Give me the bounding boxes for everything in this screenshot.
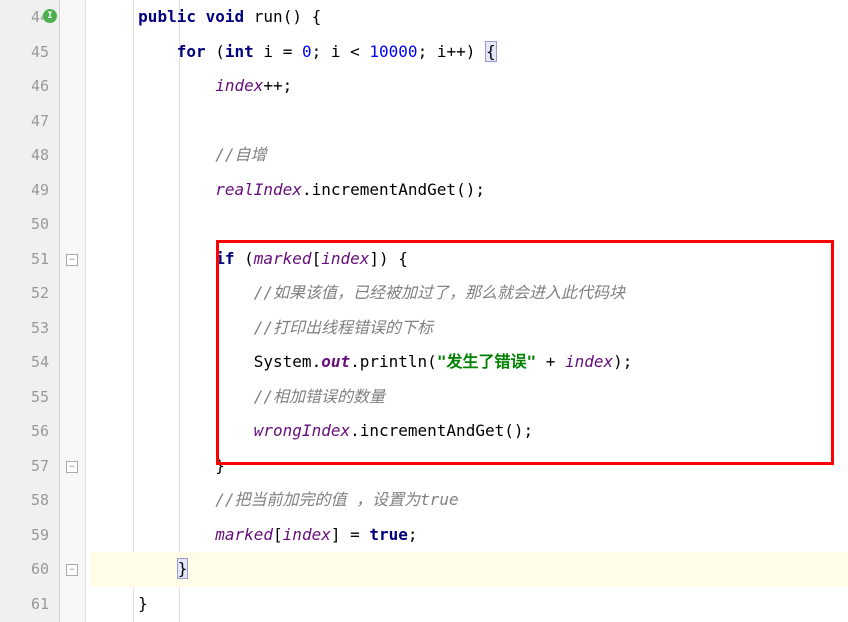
line-number: 48 xyxy=(0,138,59,173)
line-number: 47 xyxy=(0,104,59,139)
brace-highlight: } xyxy=(177,558,189,579)
line-number: 52 xyxy=(0,276,59,311)
code-line[interactable]: System.out.println("发生了错误" + index); xyxy=(90,345,848,380)
code-line[interactable]: //自增 xyxy=(90,138,848,173)
line-number: 57 xyxy=(0,449,59,484)
code-line[interactable]: //打印出线程错误的下标 xyxy=(90,311,848,346)
code-line[interactable]: //如果该值，已经被加过了，那么就会进入此代码块 xyxy=(90,276,848,311)
line-number: 53 xyxy=(0,311,59,346)
line-number: 55 xyxy=(0,380,59,415)
implementation-icon[interactable] xyxy=(43,9,57,23)
code-line[interactable]: //相加错误的数量 xyxy=(90,380,848,415)
fold-marker-icon[interactable]: − xyxy=(66,564,78,576)
line-number: 44 ↑ xyxy=(0,0,59,35)
code-line[interactable]: //把当前加完的值 ，设置为true xyxy=(90,483,848,518)
line-number: 46 xyxy=(0,69,59,104)
code-line[interactable]: realIndex.incrementAndGet(); xyxy=(90,173,848,208)
line-number: 60 xyxy=(0,552,59,587)
code-line[interactable]: for (int i = 0; i < 10000; i++) { xyxy=(90,35,848,70)
code-line-current[interactable]: } xyxy=(90,552,848,587)
line-number: 51 xyxy=(0,242,59,277)
code-editor[interactable]: public void run() { for (int i = 0; i < … xyxy=(86,0,848,622)
line-number: 50 xyxy=(0,207,59,242)
code-line[interactable]: } xyxy=(90,587,848,622)
code-line[interactable]: public void run() { xyxy=(90,0,848,35)
brace-highlight: { xyxy=(485,41,497,62)
line-number: 45 xyxy=(0,35,59,70)
code-line[interactable] xyxy=(90,104,848,139)
line-number-gutter: 44 ↑ 45 46 47 48 49 50 51 52 53 54 55 56… xyxy=(0,0,60,622)
fold-gutter: − − − xyxy=(60,0,86,622)
code-line[interactable]: } xyxy=(90,449,848,484)
fold-marker-icon[interactable]: − xyxy=(66,254,78,266)
line-number: 59 xyxy=(0,518,59,553)
line-number: 58 xyxy=(0,483,59,518)
line-number: 56 xyxy=(0,414,59,449)
code-line[interactable]: wrongIndex.incrementAndGet(); xyxy=(90,414,848,449)
code-line[interactable]: index++; xyxy=(90,69,848,104)
line-number: 54 xyxy=(0,345,59,380)
code-line[interactable] xyxy=(90,207,848,242)
line-number: 61 xyxy=(0,587,59,622)
fold-marker-icon[interactable]: − xyxy=(66,461,78,473)
code-line[interactable]: if (marked[index]) { xyxy=(90,242,848,277)
line-number: 49 xyxy=(0,173,59,208)
code-line[interactable]: marked[index] = true; xyxy=(90,518,848,553)
